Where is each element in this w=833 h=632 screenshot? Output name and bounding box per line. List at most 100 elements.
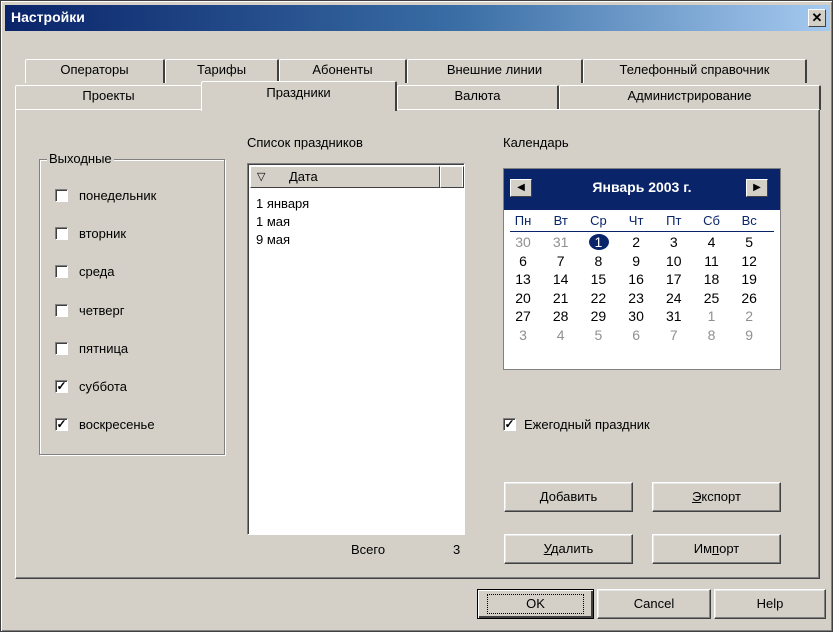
calendar-day[interactable]: 6 [621,326,651,344]
checkbox-sunday[interactable]: ✓ воскресенье [55,415,155,433]
tab-phone-directory[interactable]: Телефонный справочник [583,59,807,83]
calendar-day[interactable]: 27 [508,307,538,325]
calendar-day[interactable]: 2 [621,233,651,251]
checkbox-tuesday[interactable]: вторник [55,224,126,242]
checkbox-box[interactable]: ✓ [55,416,68,431]
checkbox-box[interactable]: ✓ [55,379,68,393]
tab-external-lines[interactable]: Внешние линии [407,59,583,83]
calendar-day[interactable]: 5 [734,233,764,251]
tab-label: Администрирование [627,88,752,103]
calendar-day[interactable]: 1 [697,307,727,325]
tab-projects[interactable]: Проекты [15,85,203,110]
list-item[interactable]: 1 января [256,196,309,211]
calendar-day[interactable]: 11 [697,252,727,270]
tab-administration[interactable]: Администрирование [559,85,821,110]
add-button[interactable]: Добавить [504,482,633,512]
checkbox-box[interactable]: ✓ [503,417,516,431]
title-bar[interactable]: Настройки ✕ [5,5,830,31]
total-value: 3 [453,542,461,557]
tab-currency[interactable]: Валюта [397,85,559,110]
calendar-day[interactable]: 10 [659,252,689,270]
checkbox-box[interactable] [55,188,68,202]
calendar-header: ◀ Январь 2003 г. ▶ [504,169,780,210]
calendar-day[interactable]: 1 [583,233,613,251]
calendar-day[interactable]: 12 [734,252,764,270]
tab-subscribers[interactable]: Абоненты [279,59,407,83]
checkbox-box[interactable] [55,303,68,317]
help-button[interactable]: Help [714,589,826,619]
checkbox-box[interactable] [55,341,68,355]
weekday-label: Вс [741,213,757,228]
calendar-day[interactable]: 26 [734,289,764,307]
prev-month-button[interactable]: ◀ [510,179,532,197]
checkbox-wednesday[interactable]: среда [55,262,115,280]
ok-button[interactable]: OK [477,589,594,619]
accel-char: У [543,541,551,556]
check-mark-icon: ✓ [56,416,67,431]
calendar-day[interactable]: 3 [508,326,538,344]
calendar-day[interactable]: 24 [659,289,689,307]
list-item[interactable]: 9 мая [256,232,290,247]
delete-button[interactable]: Удалить [504,534,633,564]
calendar-day[interactable]: 2 [734,307,764,325]
calendar-day[interactable]: 25 [697,289,727,307]
calendar-day[interactable]: 31 [546,233,576,251]
calendar-day[interactable]: 9 [734,326,764,344]
close-button[interactable]: ✕ [808,9,826,27]
calendar[interactable]: ◀ Январь 2003 г. ▶ Пн Вт Ср Чт Пт Сб Вс 30 31 1 2… [503,168,781,370]
calendar-day[interactable]: 21 [546,289,576,307]
calendar-month-title: Январь 2003 г. [592,179,692,195]
checkbox-friday[interactable]: пятница [55,339,128,357]
calendar-day[interactable]: 28 [546,307,576,325]
sort-descending-icon: ▽ [257,171,266,183]
annual-holiday-checkbox[interactable]: ✓ Ежегодный праздник [503,415,650,433]
weekday-label: Ср [590,213,607,228]
cancel-button[interactable]: Cancel [597,589,711,619]
calendar-day[interactable]: 18 [697,270,727,288]
calendar-day[interactable]: 7 [546,252,576,270]
calendar-day[interactable]: 16 [621,270,651,288]
calendar-day[interactable]: 9 [621,252,651,270]
tab-holidays[interactable]: Праздники [201,81,397,111]
calendar-day[interactable]: 14 [546,270,576,288]
column-header-empty[interactable] [440,166,464,188]
checkbox-box[interactable] [55,226,68,240]
calendar-day[interactable]: 4 [546,326,576,344]
column-header-date[interactable]: ▽ Дата [250,166,440,188]
calendar-day[interactable]: 17 [659,270,689,288]
checkbox-box[interactable] [55,264,68,278]
checkbox-thursday[interactable]: четверг [55,301,125,319]
calendar-day[interactable]: 30 [508,233,538,251]
close-icon: ✕ [811,10,823,25]
import-button[interactable]: Импорт [652,534,781,564]
calendar-day[interactable]: 31 [659,307,689,325]
checkbox-saturday[interactable]: ✓ суббота [55,377,127,395]
tab-operators[interactable]: Операторы [25,59,165,83]
tab-tariffs[interactable]: Тарифы [165,59,279,83]
calendar-day[interactable]: 8 [697,326,727,344]
calendar-day[interactable]: 3 [659,233,689,251]
calendar-day[interactable]: 19 [734,270,764,288]
tab-label: Тарифы [196,62,247,77]
calendar-day[interactable]: 5 [583,326,613,344]
checkbox-label: воскресенье [79,416,155,432]
export-button[interactable]: Экспорт [652,482,781,512]
list-item[interactable]: 1 мая [256,214,290,229]
next-month-button[interactable]: ▶ [746,179,768,197]
calendar-day[interactable]: 22 [583,289,613,307]
calendar-day[interactable]: 4 [697,233,727,251]
calendar-day[interactable]: 23 [621,289,651,307]
weekday-label: Сб [703,213,720,228]
calendar-day[interactable]: 8 [583,252,613,270]
calendar-day[interactable]: 6 [508,252,538,270]
settings-dialog: Настройки ✕ Операторы Тарифы Абоненты Вн… [0,0,833,632]
calendar-day[interactable]: 29 [583,307,613,325]
calendar-day[interactable]: 20 [508,289,538,307]
total-label: Всего [351,542,386,557]
checkbox-monday[interactable]: понедельник [55,186,156,204]
calendar-day[interactable]: 15 [583,270,613,288]
holidays-listbox[interactable]: ▽ Дата 1 января 1 мая 9 мая [247,163,465,535]
calendar-day[interactable]: 30 [621,307,651,325]
calendar-day[interactable]: 13 [508,270,538,288]
calendar-day[interactable]: 7 [659,326,689,344]
